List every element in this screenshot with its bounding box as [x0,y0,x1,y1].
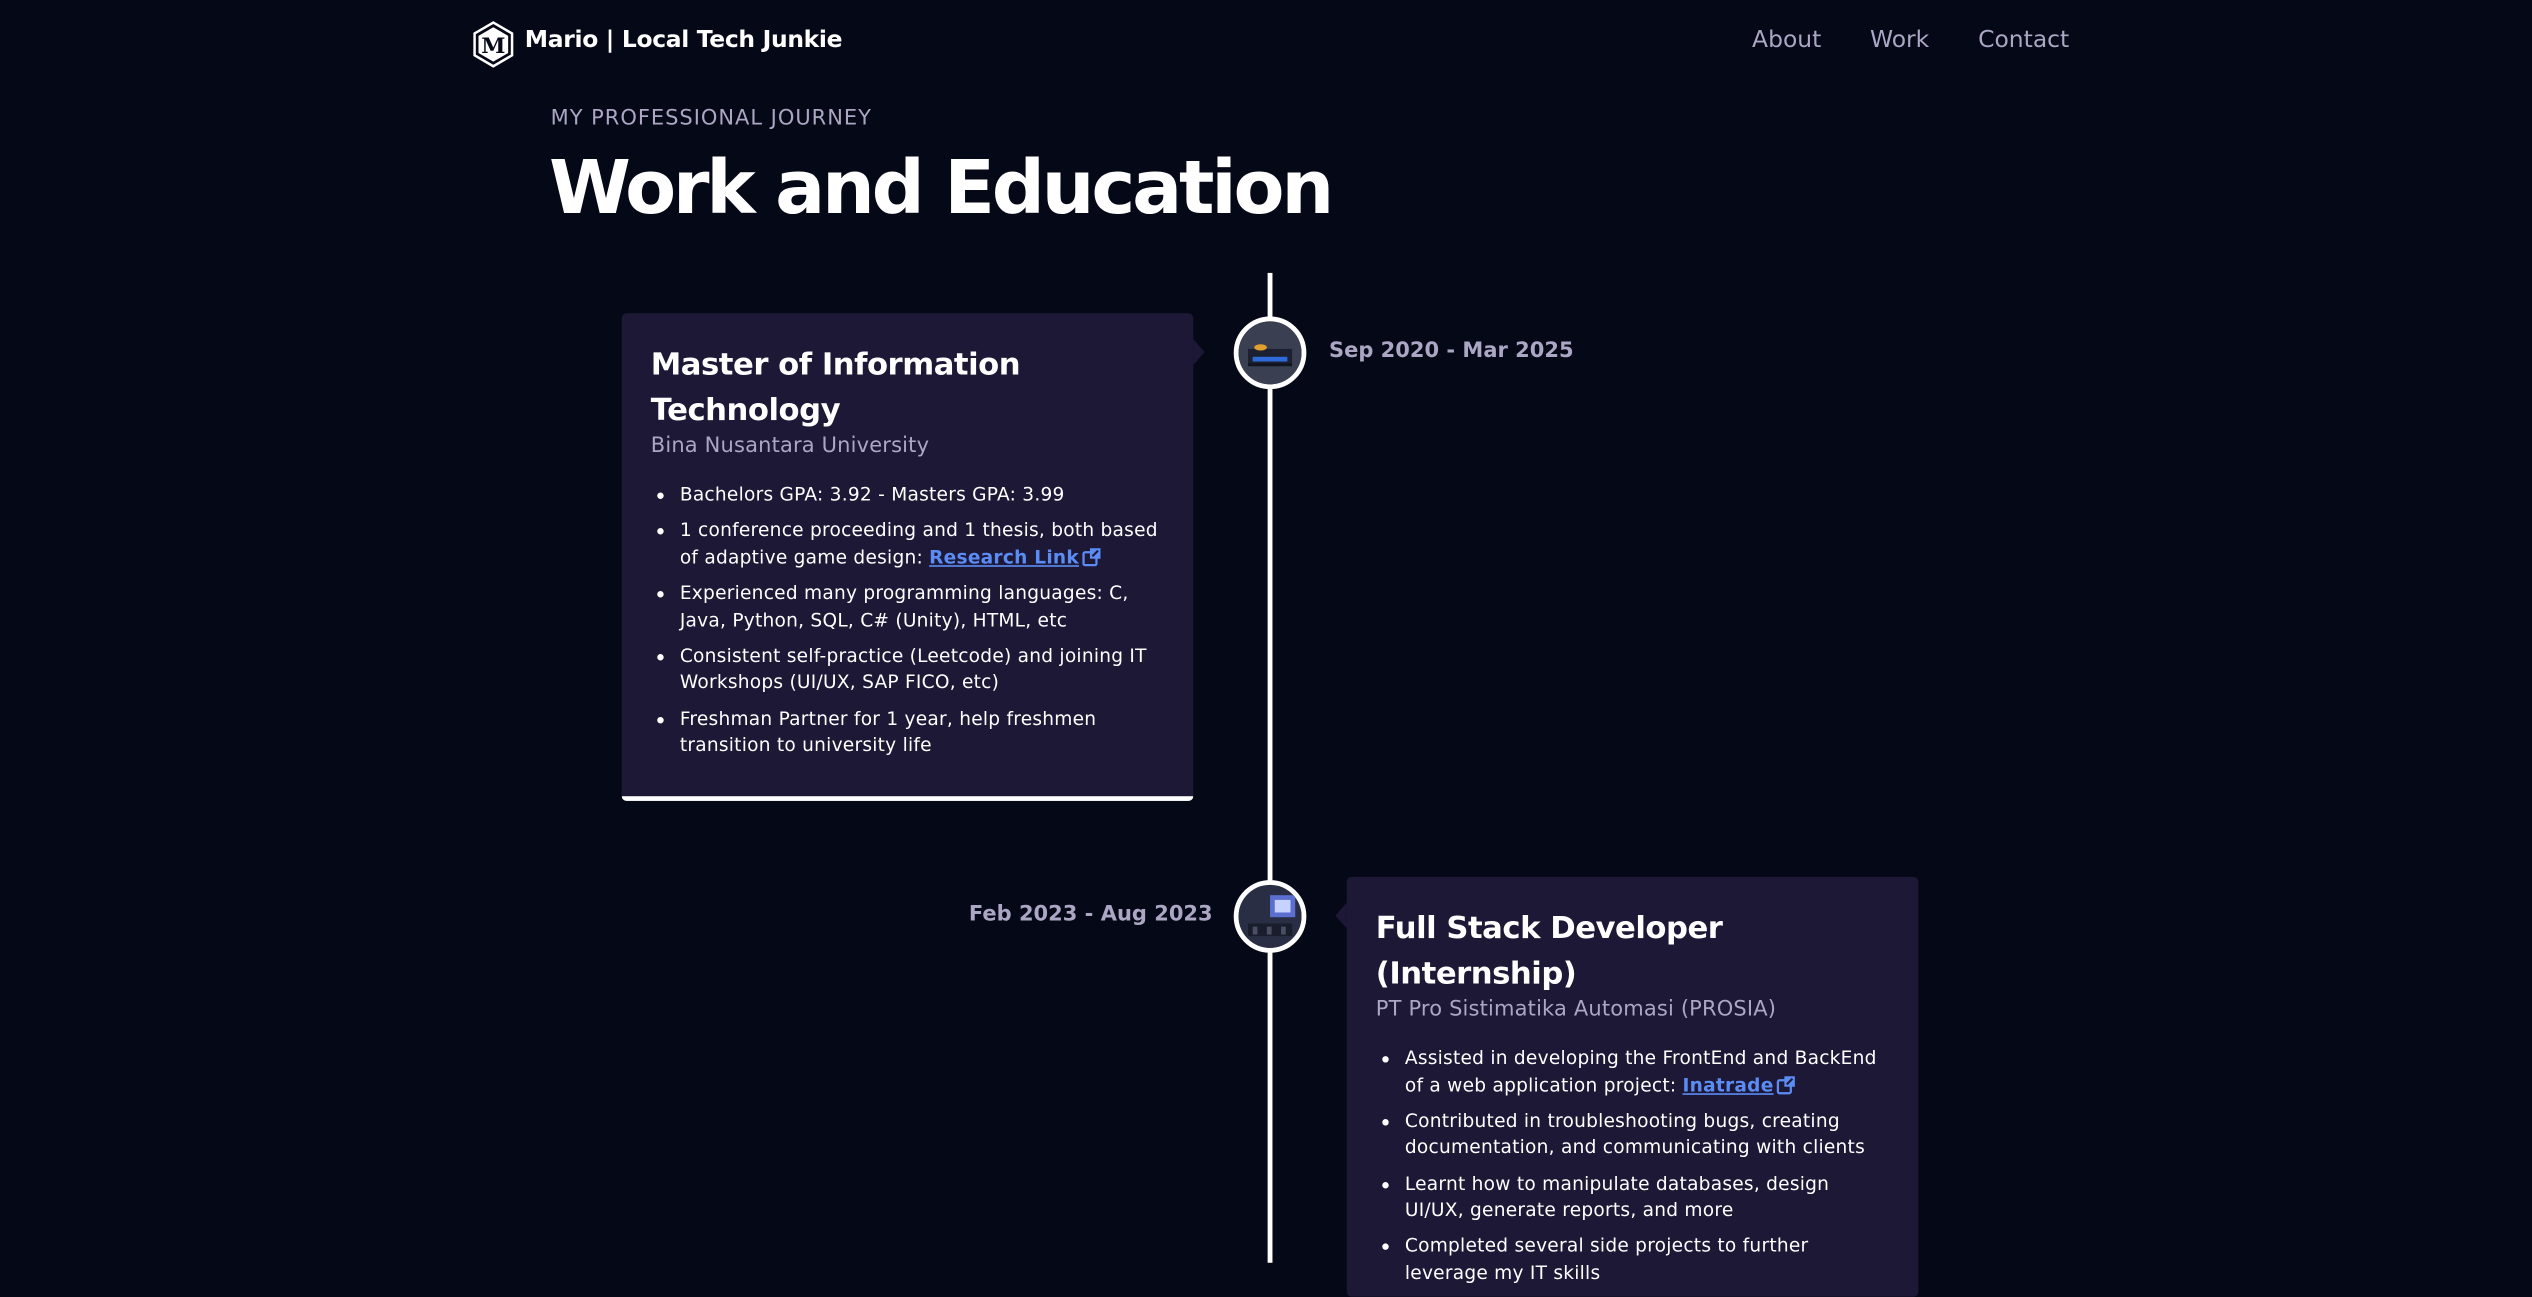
research-link[interactable]: Research Link [929,545,1079,568]
timeline-card-work: Full Stack Developer (Internship) PT Pro… [1346,876,1919,1297]
nav-link-work[interactable]: Work [1870,27,1929,53]
nav-link-about[interactable]: About [1752,27,1821,53]
external-link-icon[interactable] [1082,547,1101,566]
external-link-icon[interactable] [1777,1075,1796,1094]
university-building-icon [1238,321,1302,385]
card-point: 1 conference proceeding and 1 thesis, bo… [680,517,1164,570]
card-point-text: Assisted in developing the FrontEnd and … [1404,1046,1877,1096]
card-title: Full Stack Developer (Internship) [1375,910,1723,992]
section-subtitle: MY PROFESSIONAL JOURNEY [550,106,872,131]
timeline-card-education: Master of Information Technology Bina Nu… [621,313,1194,801]
brand-name[interactable]: Mario | Local Tech Junkie [525,27,843,53]
card-company: Bina Nusantara University [650,434,930,459]
timeline-date: Feb 2023 - Aug 2023 [968,902,1213,927]
university-logo-icon [1233,316,1307,390]
company-office-icon [1238,884,1302,948]
card-point: Freshman Partner for 1 year, help freshm… [680,705,1164,758]
card-point: Experienced many programming languages: … [680,580,1164,633]
card-point: Consistent self-practice (Leetcode) and … [680,643,1164,696]
inatrade-link[interactable]: Inatrade [1682,1073,1773,1096]
logo-icon[interactable]: M [470,21,517,68]
card-points: Assisted in developing the FrontEnd and … [1376,1045,1890,1286]
card-point: Contributed in troubleshooting bugs, cre… [1405,1107,1889,1160]
card-points: Bachelors GPA: 3.92 - Masters GPA: 3.99 … [651,481,1165,758]
card-title: Master of Information Technology [650,347,1021,428]
section-title: Work and Education [549,143,1334,231]
svg-text:M: M [481,33,505,59]
card-company: PT Pro Sistimatika Automasi (PROSIA) [1375,997,1777,1023]
timeline-date: Sep 2020 - Mar 2025 [1328,339,1574,364]
card-pointer [1193,339,1205,365]
card-point: Bachelors GPA: 3.92 - Masters GPA: 3.99 [680,481,1164,508]
card-point: Assisted in developing the FrontEnd and … [1405,1045,1889,1098]
card-point: Learnt how to manipulate databases, desi… [1405,1170,1889,1223]
timeline-line [1266,272,1272,1263]
card-pointer [1335,902,1347,929]
nav-link-contact[interactable]: Contact [1978,27,2069,53]
company-logo-icon [1233,880,1307,953]
card-point: Completed several side projects to furth… [1405,1233,1889,1286]
